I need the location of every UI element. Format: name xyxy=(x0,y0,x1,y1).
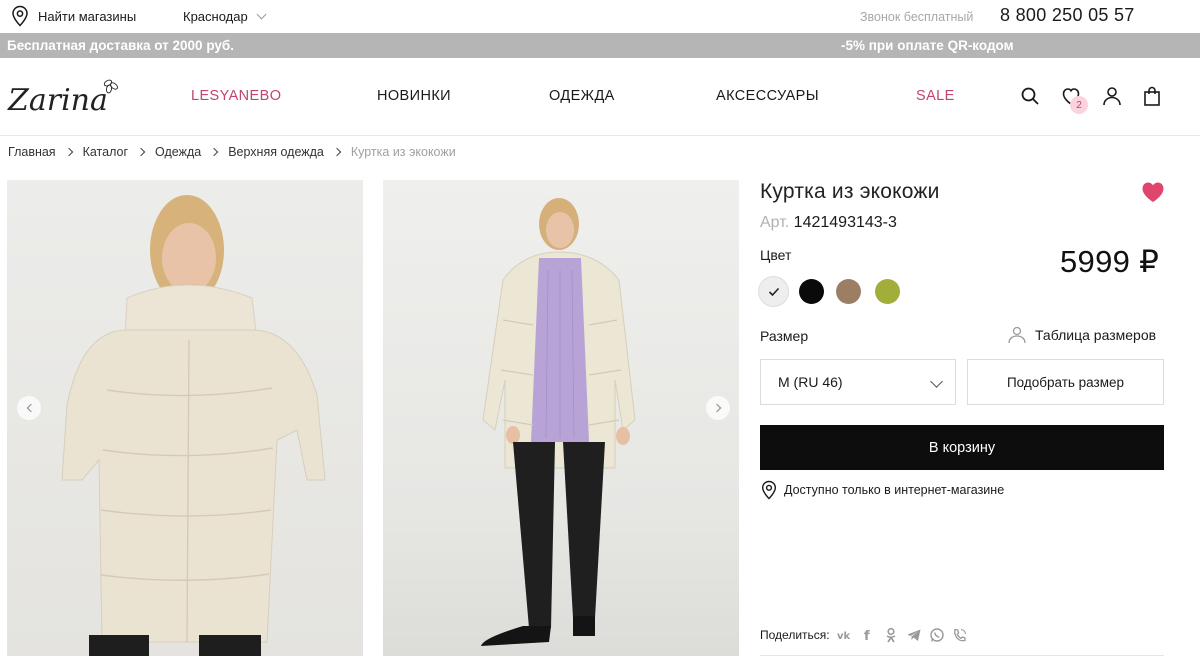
city-label: Краснодар xyxy=(183,9,248,24)
availability-text: Доступно только в интернет-магазине xyxy=(784,483,1005,497)
main-header: Zarina LESYANEBO НОВИНКИ ОДЕЖДА АКСЕССУА… xyxy=(0,58,1200,136)
location-pin-icon xyxy=(761,480,777,500)
prev-photo-button[interactable] xyxy=(17,396,41,420)
sku-label: Арт. xyxy=(760,214,790,231)
call-note: Звонок бесплатный xyxy=(860,10,974,24)
chevron-right-icon xyxy=(64,147,73,157)
user-icon[interactable] xyxy=(1100,84,1124,108)
person-outline-icon xyxy=(1008,326,1026,344)
size-table-label: Таблица размеров xyxy=(1035,327,1157,343)
store-finder-label: Найти магазины xyxy=(38,8,137,24)
nav-sale[interactable]: SALE xyxy=(916,88,955,104)
svg-text:f: f xyxy=(864,629,870,643)
chevron-right-icon xyxy=(712,403,721,413)
breadcrumb-current: Куртка из экокожи xyxy=(350,145,456,159)
size-select[interactable]: M (RU 46) xyxy=(760,359,956,405)
check-icon xyxy=(768,287,779,296)
availability-note: Доступно только в интернет-магазине xyxy=(760,480,1004,500)
share-label: Поделиться: xyxy=(760,628,830,642)
breadcrumb-home[interactable]: Главная xyxy=(8,145,56,159)
odnoklassniki-icon[interactable] xyxy=(883,627,899,643)
phone-number[interactable]: 8 800 250 05 57 xyxy=(1000,5,1135,26)
telegram-icon[interactable] xyxy=(906,627,922,643)
product-price: 5999 ₽ xyxy=(1060,244,1160,279)
brand-logo[interactable]: Zarina xyxy=(6,74,121,120)
promo-free-delivery: Бесплатная доставка от 2000 руб. xyxy=(7,38,234,53)
color-swatch-cream[interactable] xyxy=(759,277,788,306)
product-title: Куртка из экокожи xyxy=(760,180,940,203)
divider xyxy=(760,655,1164,656)
location-pin-icon xyxy=(12,5,28,27)
chevron-right-icon xyxy=(209,147,219,157)
chevron-down-icon xyxy=(930,375,943,388)
add-to-favorites-heart-icon[interactable] xyxy=(1141,181,1165,203)
chevron-left-icon xyxy=(26,403,35,413)
vk-icon[interactable]: vk xyxy=(837,627,853,643)
city-selector[interactable]: Краснодар xyxy=(183,9,267,24)
size-select-value: M (RU 46) xyxy=(778,374,843,390)
color-label: Цвет xyxy=(760,247,792,263)
add-to-cart-button[interactable]: В корзину xyxy=(760,425,1164,470)
chevron-down-icon xyxy=(256,9,267,20)
promo-qr-discount: -5% при оплате QR-кодом xyxy=(841,38,1014,53)
nav-new[interactable]: НОВИНКИ xyxy=(377,88,451,104)
favorites-count-badge: 2 xyxy=(1070,96,1088,114)
breadcrumb-outerwear[interactable]: Верхняя одежда xyxy=(228,145,324,159)
bag-icon[interactable] xyxy=(1140,84,1164,108)
breadcrumb: Главная Каталог Одежда Верхняя одежда Ку… xyxy=(8,145,456,159)
product-sku: Арт. 1421493143-3 xyxy=(760,214,897,232)
search-icon[interactable] xyxy=(1018,84,1042,108)
pick-size-button[interactable]: Подобрать размер xyxy=(967,359,1164,405)
share-block: Поделиться: vk f xyxy=(760,627,968,643)
breadcrumb-clothing[interactable]: Одежда xyxy=(155,145,201,159)
sku-value: 1421493143-3 xyxy=(793,214,897,231)
color-swatch-black[interactable] xyxy=(799,279,824,304)
next-photo-button[interactable] xyxy=(706,396,730,420)
store-finder-link[interactable]: Найти магазины xyxy=(10,5,136,27)
color-swatch-olive[interactable] xyxy=(875,279,900,304)
facebook-icon[interactable]: f xyxy=(860,627,876,643)
promo-bar: Бесплатная доставка от 2000 руб. -5% при… xyxy=(0,33,1200,58)
size-table-link[interactable]: Таблица размеров xyxy=(1007,326,1156,344)
product-photo-2[interactable] xyxy=(383,180,739,656)
color-swatch-brown[interactable] xyxy=(836,279,861,304)
breadcrumb-catalog[interactable]: Каталог xyxy=(83,145,128,159)
viber-icon[interactable] xyxy=(952,627,968,643)
chevron-right-icon xyxy=(332,147,342,157)
model-full-image xyxy=(481,198,636,646)
chevron-right-icon xyxy=(136,147,146,157)
size-label: Размер xyxy=(760,328,809,344)
nav-lesyanebo[interactable]: LESYANEBO xyxy=(191,88,281,104)
product-photo-1[interactable] xyxy=(7,180,363,656)
top-bar: Найти магазины Краснодар Звонок бесплатн… xyxy=(0,0,1200,33)
whatsapp-icon[interactable] xyxy=(929,627,945,643)
nav-clothing[interactable]: ОДЕЖДА xyxy=(549,88,615,104)
nav-accessories[interactable]: АКСЕССУАРЫ xyxy=(716,88,819,104)
svg-text:vk: vk xyxy=(837,631,851,642)
svg-text:Zarina: Zarina xyxy=(7,83,108,118)
model-front-image xyxy=(61,195,326,656)
